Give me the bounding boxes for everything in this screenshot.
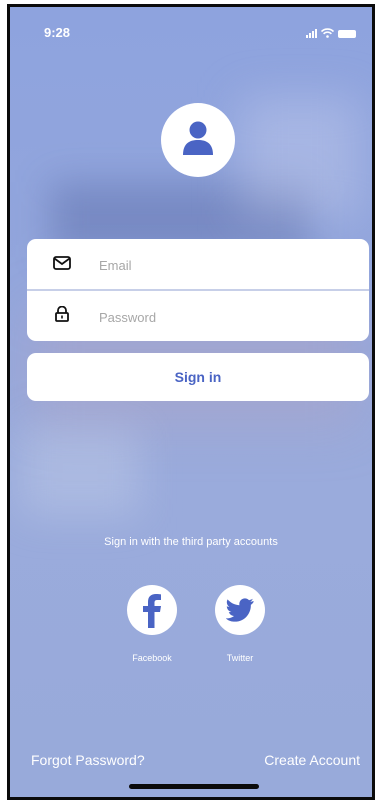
user-avatar bbox=[161, 103, 235, 177]
forgot-password-link[interactable]: Forgot Password? bbox=[31, 752, 145, 768]
wifi-icon bbox=[321, 28, 334, 38]
twitter-icon bbox=[226, 598, 254, 622]
facebook-label: Facebook bbox=[132, 653, 172, 663]
create-account-link[interactable]: Create Account bbox=[264, 752, 360, 768]
home-indicator[interactable] bbox=[129, 784, 259, 789]
phone-screen: 9:28 Email Sign in Sign in with the thir… bbox=[7, 4, 375, 800]
facebook-icon bbox=[143, 594, 161, 628]
status-time: 9:28 bbox=[44, 25, 71, 40]
sign-in-button[interactable]: Sign in bbox=[27, 353, 369, 401]
status-icons bbox=[306, 28, 356, 38]
battery-icon bbox=[338, 30, 356, 38]
email-icon bbox=[53, 256, 71, 270]
background-blur bbox=[240, 97, 360, 217]
email-row bbox=[27, 239, 369, 289]
facebook-button[interactable] bbox=[127, 585, 177, 635]
lock-icon bbox=[55, 306, 69, 322]
login-form bbox=[27, 239, 369, 341]
twitter-button[interactable] bbox=[215, 585, 265, 635]
password-row bbox=[27, 291, 369, 341]
email-field[interactable] bbox=[97, 249, 351, 281]
third-party-prompt: Sign in with the third party accounts bbox=[104, 536, 278, 548]
password-field[interactable] bbox=[97, 301, 351, 333]
user-avatar-icon bbox=[183, 121, 213, 155]
status-bar: 9:28 bbox=[10, 25, 372, 45]
twitter-label: Twitter bbox=[226, 653, 254, 663]
signal-icon bbox=[306, 29, 317, 38]
background-blur bbox=[20, 427, 140, 517]
